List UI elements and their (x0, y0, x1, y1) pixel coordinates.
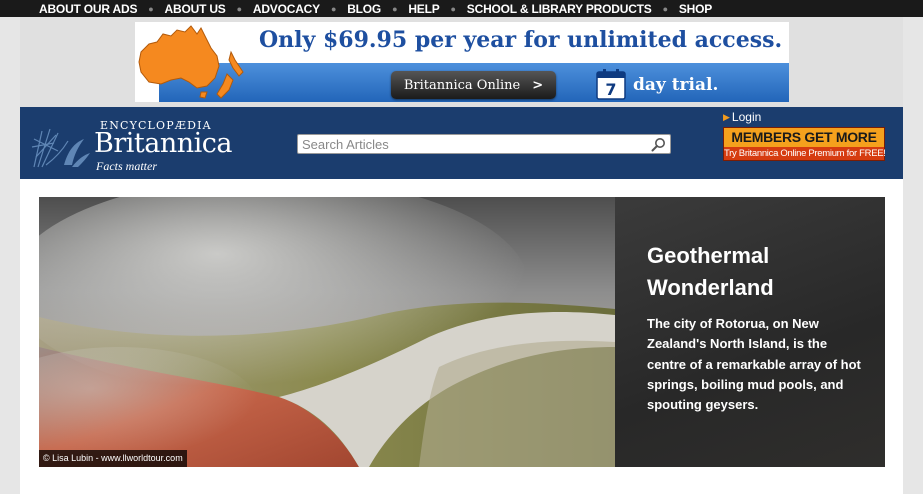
members-subtitle: Try Britannica Online Premium for FREE! (724, 148, 886, 159)
ad-headline: Only $69.95 per year for unlimited acces… (259, 27, 783, 53)
nav-about-us[interactable]: ABOUT US (165, 2, 226, 16)
nav-shop[interactable]: SHOP (679, 2, 712, 16)
hero-caption-panel: Geothermal Wonderland The city of Rotoru… (615, 197, 885, 467)
login-label: Login (731, 110, 762, 124)
nav-school-library-products[interactable]: SCHOOL & LIBRARY PRODUCTS (467, 2, 652, 16)
thistle-emblem-icon (31, 128, 90, 168)
nav-separator: ● (392, 3, 398, 14)
hero-description: The city of Rotorua, on New Zealand's No… (647, 316, 861, 413)
nav-advocacy[interactable]: ADVOCACY (253, 2, 320, 16)
members-promo-button[interactable]: MEMBERS GET MORE Try Britannica Online P… (723, 127, 886, 161)
nav-separator: ● (236, 3, 242, 14)
ad-banner[interactable]: Only $69.95 per year for unlimited acces… (135, 22, 789, 102)
members-title: MEMBERS GET MORE (724, 128, 884, 147)
trial-text: day trial. (633, 75, 719, 95)
nav-help[interactable]: HELP (408, 2, 439, 16)
svg-text:7: 7 (605, 80, 616, 99)
cta-arrow: > (532, 77, 544, 93)
photo-credit: © Lisa Lubin - www.llworldtour.com (39, 450, 187, 467)
featured-hero[interactable]: Geothermal Wonderland The city of Rotoru… (39, 197, 885, 467)
search-box (297, 134, 671, 154)
search-input[interactable] (298, 135, 638, 153)
ad-zone: Only $69.95 per year for unlimited acces… (20, 17, 903, 107)
logo-britannica: Britannica (94, 128, 232, 159)
nav-about-our-ads[interactable]: ABOUT OUR ADS (39, 2, 137, 16)
hero-title[interactable]: Geothermal Wonderland (647, 240, 867, 304)
britannica-online-button[interactable]: Britannica Online > (391, 71, 556, 99)
site-header: ENCYCLOPÆDIA Britannica Facts matter ▶ L… (20, 107, 903, 179)
nav-separator: ● (450, 3, 456, 14)
page-container: Only $69.95 per year for unlimited acces… (20, 17, 903, 494)
australia-map-icon (138, 25, 244, 99)
nav-separator: ● (330, 3, 337, 14)
nav-separator: ● (148, 3, 154, 14)
logo-tagline: Facts matter (96, 159, 157, 173)
top-navigation: ABOUT OUR ADS ● ABOUT US ● ADVOCACY ● BL… (0, 0, 923, 17)
search-icon[interactable] (651, 137, 666, 152)
login-link[interactable]: ▶ Login (723, 110, 761, 124)
nav-blog[interactable]: BLOG (347, 2, 381, 16)
nav-separator: ● (662, 3, 668, 14)
britannica-logo[interactable]: ENCYCLOPÆDIA Britannica Facts matter (28, 117, 250, 173)
cta-label: Britannica Online (403, 77, 521, 93)
calendar-icon: 7 (596, 69, 626, 100)
hot-spring-photo (39, 197, 615, 467)
triangle-right-icon: ▶ (723, 111, 730, 122)
